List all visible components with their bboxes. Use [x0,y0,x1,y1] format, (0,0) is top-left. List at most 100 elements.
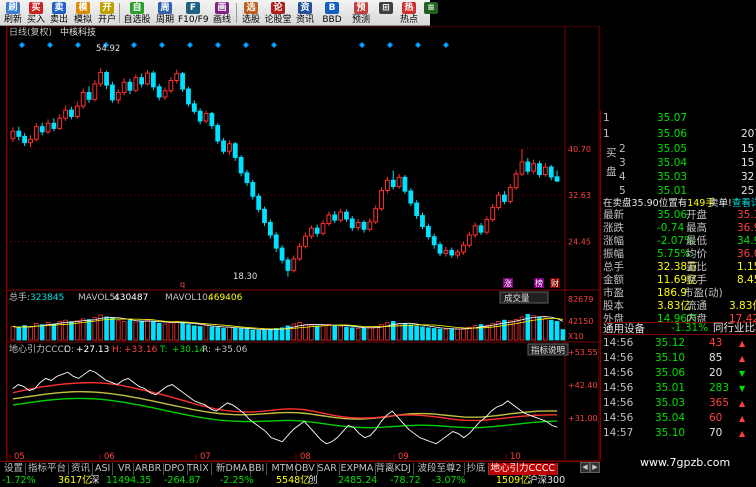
volume-bar [426,327,431,341]
tab-11[interactable]: OBV [293,463,318,475]
volume-bar [279,327,285,341]
forecast-icon: 预 [354,2,368,14]
stat-label: 换手 [686,274,707,286]
down-arrow-icon: ▼ [739,384,746,393]
candle-body [466,234,472,246]
candle-body [180,73,186,90]
volume-bar [367,327,373,341]
indicator-name: 地心引力CCCC [9,343,70,355]
toolbar-button-period[interactable]: 周周期 [153,1,177,25]
quote-panel: 1 35.07 1 35.06 207 买 盘 2 35.05 15 3 35.… [600,110,756,460]
indicator-ylabel-top: +53.55 [568,348,598,357]
watchlist-icon: 自 [130,2,144,14]
tab-6[interactable]: DPO [162,463,188,475]
price-marks [19,42,449,48]
toolbar-button-draw-line[interactable]: 画画线 [209,1,235,25]
candle-body [537,163,542,176]
stat-label: 涨跌 [603,222,624,234]
tab-7[interactable]: TRIX [185,463,212,475]
toolbar-button-account[interactable]: 开开户 [96,1,118,25]
forum-icon: 论 [271,2,285,14]
indicator-line-H [12,381,558,422]
candle-body [162,90,168,98]
candle-body [256,195,262,210]
candle-body [425,225,431,238]
tab-14[interactable]: 背离KDJ [374,463,414,475]
volume-bar [402,323,408,341]
tab-2[interactable]: 资讯 [69,463,94,475]
toolbar-button-label: 模拟 [73,15,92,25]
volume-bar [156,322,162,341]
stat-label: 涨幅 [603,235,624,247]
tab-3[interactable]: ASI [93,463,114,475]
volume-bar [513,319,519,341]
stat-value: 36.0 [737,248,756,260]
indicator-lines [12,369,558,445]
volume-bar [22,325,27,341]
toolbar-button-f10[interactable]: F F10/F9 [178,1,209,25]
x-axis-label: 06 [104,452,115,461]
toolbar-button-label: 自选股 [123,15,151,25]
industry-compare-link[interactable]: 同行业比较 [713,322,756,334]
stat-value: 36.9 [737,222,756,234]
volume-bar [467,326,472,341]
volume-bar [215,327,221,341]
candle-body [285,259,291,271]
candle-body [496,194,501,209]
tab-17[interactable]: 地心引力CCCC [488,463,559,475]
volume-bar [168,322,174,341]
event-marker [47,42,53,48]
bid-side-label: 买 [606,147,617,159]
sz-amount: 3617亿 [58,475,92,486]
toolbar-button-forum[interactable]: 论论股堂 [264,1,292,25]
candle-body [74,105,80,117]
tab-16[interactable]: 抄底 [465,463,489,475]
tab-1[interactable]: 指标平台 [26,463,70,475]
tab-0[interactable]: 设置 [2,463,27,475]
toolbar-button-buy[interactable]: 买买入 [25,1,47,25]
candle-body [98,72,104,85]
tab-scroll-left-icon[interactable]: ◀ [580,462,590,473]
list-icon: ≡ [424,2,438,14]
bid-level: 4 [619,171,626,183]
bid-price: 35.03 [657,171,688,183]
chart-area[interactable]: 日线(复权) 中核科技 40.70 32.63 24.45 54.92 18.30 … [0,25,600,462]
toolbar-button-watchlist[interactable]: 自自选股 [122,1,152,25]
stat-label: 市盈(动) [683,287,723,299]
tab-4[interactable]: VR [116,463,135,475]
toolbar-separator [119,3,120,23]
tab-15[interactable]: 波段至尊2 [416,463,465,475]
toolbar-button-sell[interactable]: 卖卖出 [48,1,70,25]
volume-ylabel-mid: 42150 [568,317,593,326]
sector-name[interactable]: 通用设备 [603,323,645,335]
toolbar-button-forecast[interactable]: 预预测 [347,1,375,25]
volume-bar [344,326,349,341]
toolbar-button-hotspot[interactable]: 热热点 [397,1,421,25]
tab-scroll-right-icon[interactable]: ▶ [590,462,600,473]
toolbar-button-grid[interactable]: ⊞ [376,1,396,25]
cy-index-change: -78.72 [390,475,421,486]
candle-body [384,179,390,192]
tab-9[interactable]: BBI [247,463,268,475]
toolbar-button-list[interactable]: ≡ [422,1,440,25]
tab-8[interactable]: 新DMA [214,463,251,475]
volume-ylabel-top: 82679 [568,295,593,304]
kline-chart-svg[interactable]: 日线(复权) 中核科技 40.7032.6324.45 54.92 18.30 … [0,25,600,462]
indicator-ylabel-low: +31.00 [568,414,598,423]
toolbar-button-simulate[interactable]: 模模拟 [71,1,95,25]
tab-5[interactable]: ARBR [133,463,165,475]
stat-value: -0.74 [657,222,685,234]
tab-13[interactable]: EXPMA [339,463,377,475]
toolbar-button-news[interactable]: 资资讯 [293,1,317,25]
candle-body [238,156,244,174]
toolbar-button-bbd[interactable]: B BBD [318,1,346,25]
tab-12[interactable]: SAR [316,463,340,475]
event-marker [443,42,449,48]
view-details-link[interactable]: 查看详情 [732,198,756,209]
toolbar-button-refresh[interactable]: 刷刷新 [2,1,24,25]
toolbar-button-stock-select[interactable]: 选选股 [239,1,263,25]
volume-bar [221,328,226,341]
trade-vol: 60 [709,412,723,424]
candle-body [513,173,519,189]
volume-bar [162,323,168,341]
